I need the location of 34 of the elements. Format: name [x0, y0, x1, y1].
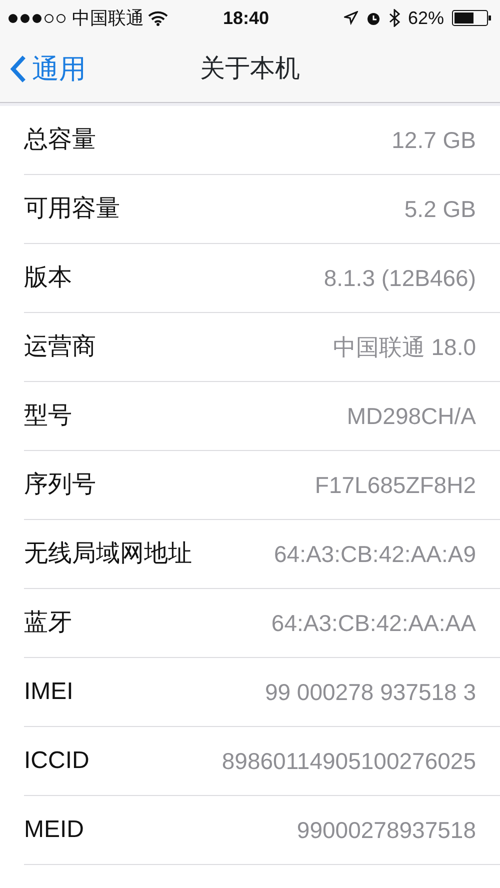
row-label: 总容量: [24, 125, 96, 155]
row-label: 无线局域网地址: [24, 539, 192, 569]
row-value: 8.1.3 (12B466): [324, 264, 476, 293]
row-value: 64:A3:CB:42:AA:A9: [274, 540, 476, 569]
row-value: MD298CH/A: [346, 402, 476, 431]
back-button[interactable]: 通用: [0, 36, 86, 102]
row-value: F17L685ZF8H2: [314, 470, 476, 500]
battery-percentage: 62%: [408, 6, 444, 30]
row-label: 运营商: [24, 332, 96, 362]
wifi-icon: [148, 10, 168, 26]
row-label: ICCID: [24, 746, 90, 776]
row-value: 中国联通 18.0: [332, 332, 476, 362]
battery-icon: [452, 10, 492, 26]
row-value: 12.7 GB: [392, 126, 476, 155]
back-chevron-icon: [10, 55, 26, 83]
row-value: 99 000278 937518 3: [264, 678, 476, 707]
row-label: MEID: [24, 815, 84, 845]
row-label: IMEI: [24, 677, 74, 707]
bluetooth-icon: [388, 9, 400, 27]
row-label: 蓝牙: [24, 608, 72, 638]
row-value: 89860114905100276025: [222, 746, 476, 776]
row-value: 99000278937518: [296, 816, 476, 845]
row-value: 64:A3:CB:42:AA:AA: [271, 608, 476, 638]
row-label: 版本: [24, 263, 72, 293]
alarm-icon: [366, 10, 381, 26]
clock-time: 18:40: [222, 6, 269, 30]
row-label: 可用容量: [24, 194, 120, 224]
location-icon: [344, 11, 358, 25]
carrier-name: 中国联通: [72, 6, 144, 30]
row-label: 型号: [24, 401, 72, 431]
row-label: 序列号: [24, 470, 96, 500]
signal-icon: [8, 12, 68, 24]
row-value: 5.2 GB: [404, 194, 476, 224]
page-title: 关于本机: [200, 53, 300, 84]
